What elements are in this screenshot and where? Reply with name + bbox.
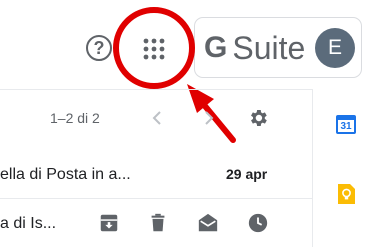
avatar-initial: E [327, 36, 342, 59]
next-page-button[interactable] [202, 108, 216, 128]
side-panel-divider [312, 89, 313, 247]
mark-read-button[interactable] [197, 212, 219, 234]
delete-icon [151, 213, 165, 232]
help-button[interactable]: ? [86, 35, 112, 61]
snooze-button[interactable] [247, 212, 269, 234]
lightbulb-icon [338, 184, 355, 204]
archive-icon [100, 214, 118, 232]
page-count: 1–2 di 2 [50, 110, 100, 126]
settings-button[interactable] [247, 107, 269, 129]
mark-read-icon [198, 213, 218, 232]
mail-row-subject[interactable]: ella di Posta in a... [0, 166, 131, 184]
gear-icon [251, 110, 267, 126]
apps-button[interactable] [142, 37, 166, 61]
delete-button[interactable] [147, 212, 169, 234]
snooze-icon [248, 213, 268, 233]
mail-row-date: 29 apr [226, 166, 268, 182]
chevron-left-icon [152, 111, 161, 125]
avatar[interactable]: E [315, 28, 355, 68]
keep-app-button[interactable] [335, 183, 357, 205]
chevron-right-icon [205, 111, 214, 125]
gsuite-logo: G Suite [204, 28, 305, 68]
gsuite-logo-g: G [204, 31, 228, 64]
mail-row-subject[interactable]: a di Is... [0, 215, 56, 233]
archive-button[interactable] [98, 212, 120, 234]
apps-grid-icon [143, 38, 165, 60]
calendar-day: 31 [340, 121, 352, 132]
row-divider [0, 198, 312, 199]
help-icon: ? [93, 38, 105, 58]
calendar-app-button[interactable]: 31 [335, 113, 357, 135]
header-divider [0, 89, 312, 90]
prev-page-button[interactable] [150, 108, 164, 128]
gsuite-logo-text: Suite [232, 29, 306, 66]
